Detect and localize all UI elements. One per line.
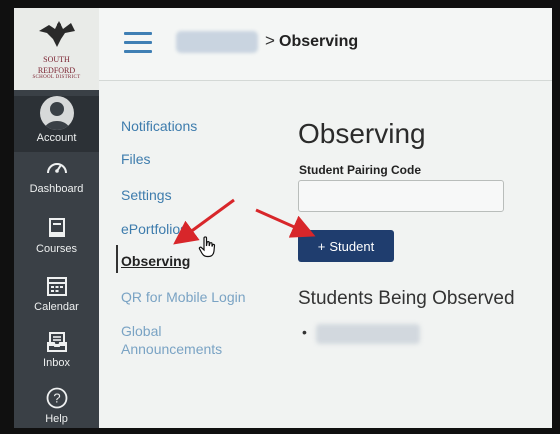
page-header: > Observing bbox=[99, 8, 552, 81]
plus-icon: + bbox=[317, 238, 326, 254]
nav-help[interactable]: ? Help bbox=[14, 386, 99, 428]
district-logo[interactable]: SOUTH REDFORD SCHOOL DISTRICT bbox=[14, 8, 99, 90]
inbox-icon bbox=[46, 332, 67, 352]
nav-calendar-label: Calendar bbox=[34, 301, 79, 313]
nav-inbox-label: Inbox bbox=[43, 357, 70, 369]
active-menu-indicator bbox=[116, 245, 118, 273]
main-content: Observing Student Pairing Code + Student… bbox=[298, 80, 552, 428]
svg-text:?: ? bbox=[53, 391, 60, 406]
nav-dashboard-label: Dashboard bbox=[29, 183, 84, 195]
nav-help-label: Help bbox=[45, 413, 68, 425]
page-title: Observing bbox=[298, 118, 426, 149]
nav-dashboard[interactable]: Dashboard bbox=[14, 156, 99, 212]
menu-item-settings[interactable]: Settings bbox=[121, 186, 172, 204]
courses-icon bbox=[48, 218, 65, 237]
dashboard-icon bbox=[46, 163, 67, 174]
breadcrumb-user-name-redacted[interactable] bbox=[176, 31, 258, 53]
logo-line-south: SOUTH bbox=[43, 55, 70, 64]
hamburger-menu-icon[interactable] bbox=[124, 32, 152, 54]
menu-item-notifications[interactable]: Notifications bbox=[121, 117, 197, 135]
hand-pointer-icon bbox=[198, 236, 216, 258]
nav-courses[interactable]: Courses bbox=[14, 216, 99, 272]
menu-item-qr-mobile-login[interactable]: QR for Mobile Login bbox=[121, 288, 246, 306]
pairing-code-input[interactable] bbox=[298, 180, 504, 212]
menu-item-observing[interactable]: Observing bbox=[121, 252, 190, 270]
nav-calendar[interactable]: Calendar bbox=[14, 274, 99, 330]
help-icon: ? bbox=[46, 387, 67, 409]
breadcrumb-current: Observing bbox=[279, 33, 359, 50]
menu-item-global-announcements[interactable]: Global Announcements bbox=[121, 322, 251, 358]
account-icon bbox=[39, 96, 74, 130]
calendar-icon bbox=[46, 277, 67, 296]
student-list-bullet: • bbox=[302, 324, 307, 340]
global-nav: SOUTH REDFORD SCHOOL DISTRICT Account Da… bbox=[14, 8, 99, 428]
nav-account-label: Account bbox=[36, 132, 77, 144]
menu-item-eportfolios[interactable]: ePortfolios bbox=[121, 220, 187, 238]
pairing-code-label: Student Pairing Code bbox=[299, 163, 422, 177]
breadcrumb-separator: > bbox=[265, 31, 275, 50]
add-student-button-label: Student bbox=[329, 238, 375, 254]
nav-courses-label: Courses bbox=[36, 243, 77, 255]
logo-line-redford: REDFORD bbox=[37, 66, 76, 75]
add-student-button[interactable]: + Student bbox=[298, 230, 394, 262]
observed-student-name-redacted bbox=[316, 324, 420, 344]
profile-menu: Notifications Files Settings ePortfolios… bbox=[99, 80, 259, 428]
logo-line-district: SCHOOL DISTRICT bbox=[32, 75, 81, 80]
browser-viewport: SOUTH REDFORD SCHOOL DISTRICT Account Da… bbox=[14, 8, 552, 428]
eagle-logo-icon bbox=[38, 21, 75, 47]
menu-item-files[interactable]: Files bbox=[121, 150, 151, 168]
nav-account[interactable]: Account bbox=[14, 96, 99, 152]
students-observed-heading: Students Being Observed bbox=[298, 288, 515, 309]
nav-inbox[interactable]: Inbox bbox=[14, 330, 99, 386]
